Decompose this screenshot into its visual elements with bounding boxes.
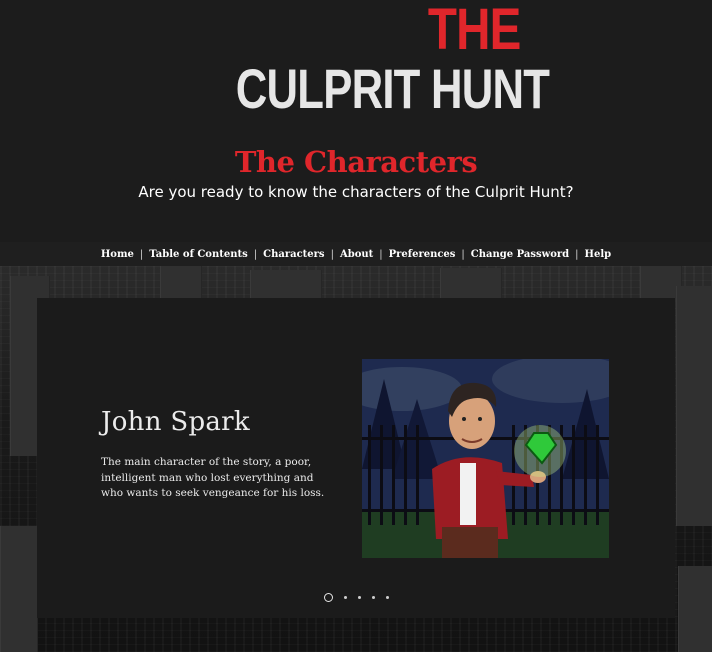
- building-shape: [440, 268, 502, 298]
- slider-pagination: [37, 592, 675, 602]
- nav-change-password[interactable]: Change Password: [471, 249, 569, 260]
- shirt-shape: [460, 463, 476, 525]
- slider-dot[interactable]: [371, 595, 375, 599]
- page-subtitle: Are you ready to know the characters of …: [138, 183, 574, 201]
- building-shape: [0, 526, 38, 652]
- nav-separator: |: [139, 248, 144, 260]
- site-logo[interactable]: THE CULPRIT HUNT: [0, 0, 712, 130]
- site-header: THE CULPRIT HUNT The Characters Are you …: [0, 0, 712, 242]
- logo-text-the: THE: [427, 0, 521, 62]
- slider-dot[interactable]: [343, 595, 347, 599]
- main-nav: Home | Table of Contents | Characters | …: [0, 242, 712, 266]
- eye-shape: [478, 417, 482, 421]
- nav-about[interactable]: About: [340, 249, 373, 260]
- character-name: John Spark: [101, 407, 250, 437]
- nav-help[interactable]: Help: [585, 249, 612, 260]
- nav-separator: |: [575, 248, 579, 260]
- eye-shape: [462, 417, 466, 421]
- slider-dot-active[interactable]: [323, 592, 333, 602]
- page-title: The Characters: [234, 145, 478, 179]
- slider-dot[interactable]: [385, 595, 389, 599]
- slider-dot[interactable]: [357, 595, 361, 599]
- nav-preferences[interactable]: Preferences: [389, 249, 456, 260]
- nav-separator: |: [330, 248, 334, 260]
- nav-separator: |: [253, 248, 258, 260]
- pants-shape: [442, 527, 498, 558]
- nav-separator: |: [379, 248, 383, 260]
- character-slider: John Spark The main character of the sto…: [37, 298, 675, 618]
- nav-characters[interactable]: Characters: [263, 249, 324, 260]
- character-portrait-image: [362, 359, 609, 558]
- building-shape: [678, 566, 712, 652]
- logo-text-culprit-hunt: CULPRIT HUNT: [235, 57, 550, 120]
- building-shape: [250, 270, 322, 300]
- nav-table-of-contents[interactable]: Table of Contents: [149, 249, 247, 260]
- building-shape: [676, 286, 712, 526]
- character-description: The main character of the story, a poor,…: [101, 456, 325, 499]
- character-portrait-illustration: [362, 359, 609, 558]
- nav-separator: |: [461, 248, 465, 260]
- nav-home[interactable]: Home: [101, 249, 134, 260]
